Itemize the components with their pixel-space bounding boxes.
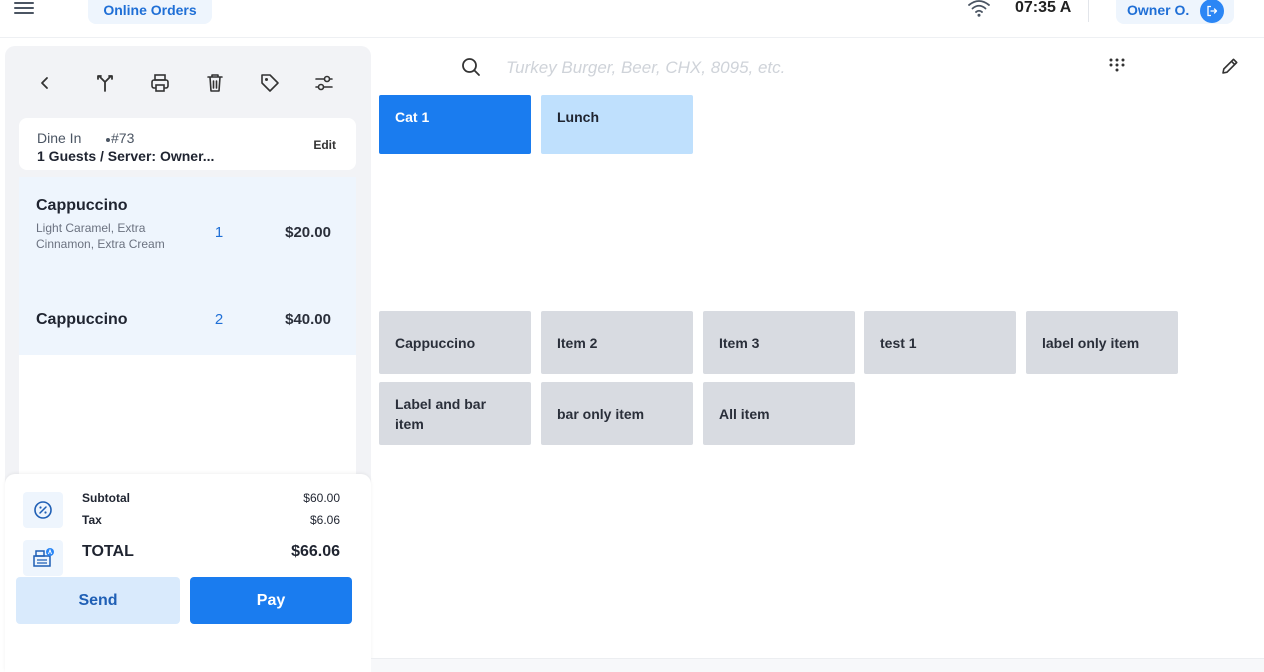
discount-icon[interactable] [23, 492, 63, 528]
total-label: TOTAL [82, 543, 134, 560]
bottom-bar [371, 658, 1264, 672]
order-item-price: $40.00 [285, 311, 331, 328]
menu-item-tile[interactable]: Item 3 [703, 311, 855, 374]
split-icon[interactable] [94, 72, 116, 94]
order-item-row[interactable]: Cappuccino 2 $40.00 [19, 287, 356, 355]
pencil-icon[interactable] [1220, 56, 1240, 76]
user-name: Owner O. [1127, 2, 1190, 18]
menu-item-tile[interactable]: Label and bar item [379, 382, 531, 445]
search-icon [462, 58, 480, 76]
top-bar: Online Orders 07:35 A Owner O. [0, 0, 1264, 38]
order-info-card[interactable]: Dine In #73 1 Guests / Server: Owner... … [19, 118, 356, 170]
total-value: $66.06 [291, 543, 340, 560]
print-icon[interactable] [149, 72, 171, 94]
tax-label: Tax [82, 513, 102, 527]
order-items-list: Cappuccino Light Caramel, Extra Cinnamon… [19, 177, 356, 477]
back-icon[interactable] [34, 72, 56, 94]
keypad-icon[interactable] [1108, 57, 1126, 75]
hamburger-menu-icon[interactable] [14, 2, 34, 16]
user-menu-button[interactable]: Owner O. [1116, 0, 1234, 24]
cash-register-icon[interactable] [23, 540, 63, 576]
logout-icon[interactable] [1200, 0, 1224, 23]
search-input[interactable] [500, 54, 1060, 82]
menu-item-tile[interactable]: label only item [1026, 311, 1178, 374]
trash-icon[interactable] [204, 72, 226, 94]
top-divider [1088, 0, 1089, 22]
menu-item-tile[interactable]: bar only item [541, 382, 693, 445]
subtotal-value: $60.00 [303, 491, 340, 505]
order-item-name: Cappuccino [36, 197, 128, 214]
order-item-qty: 2 [214, 311, 224, 328]
category-tile-lunch[interactable]: Lunch [541, 95, 693, 154]
wifi-icon [968, 0, 990, 17]
tax-value: $6.06 [309, 513, 340, 527]
menu-item-tile[interactable]: Item 2 [541, 311, 693, 374]
order-item-price: $20.00 [285, 224, 331, 241]
menu-item-tile[interactable]: Cappuccino [379, 311, 531, 374]
send-button[interactable]: Send [16, 577, 180, 624]
adjust-icon[interactable] [313, 72, 335, 94]
edit-order-button[interactable]: Edit [313, 138, 336, 152]
pay-button[interactable]: Pay [190, 577, 352, 624]
tag-icon[interactable] [259, 72, 281, 94]
order-item-row[interactable]: Cappuccino Light Caramel, Extra Cinnamon… [19, 177, 356, 287]
menu-item-tile[interactable]: All item [703, 382, 855, 445]
order-type: Dine In [37, 130, 82, 146]
subtotal-label: Subtotal [82, 491, 130, 505]
order-item-name: Cappuccino [36, 311, 128, 328]
online-orders-label: Online Orders [103, 2, 197, 18]
order-number: #73 [111, 130, 135, 146]
order-item-modifiers: Light Caramel, Extra Cinnamon, Extra Cre… [36, 221, 165, 251]
order-item-qty: 1 [214, 224, 224, 241]
menu-item-tile[interactable]: test 1 [864, 311, 1016, 374]
category-tile-cat-1[interactable]: Cat 1 [379, 95, 531, 154]
clock: 07:35 A [1015, 0, 1072, 16]
guests-server: 1 Guests / Server: Owner... [37, 148, 215, 164]
totals-panel: Subtotal $60.00 Tax $6.06 TOTAL $66.06 [5, 474, 371, 672]
online-orders-tab[interactable]: Online Orders [88, 0, 212, 24]
separator-dot [106, 138, 110, 142]
